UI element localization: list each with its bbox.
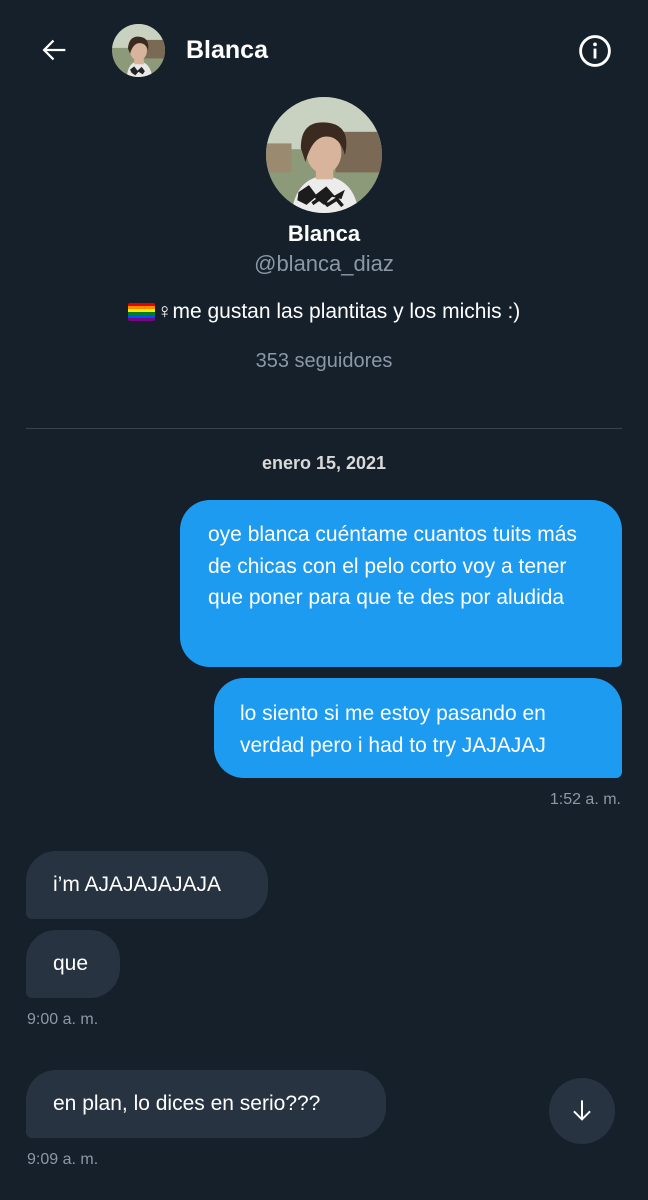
message-timestamp: 9:09 a. m. bbox=[27, 1151, 99, 1168]
header-name[interactable]: Blanca bbox=[186, 34, 268, 66]
back-button[interactable] bbox=[34, 30, 74, 70]
profile-avatar[interactable] bbox=[266, 97, 382, 213]
conversation-info-button[interactable] bbox=[574, 30, 616, 72]
info-circle-icon bbox=[579, 35, 611, 67]
header-avatar[interactable] bbox=[112, 24, 165, 77]
profile-bio: ♀me gustan las plantitas y los michis :) bbox=[0, 296, 648, 328]
message-received[interactable]: que bbox=[26, 930, 120, 998]
message-received[interactable]: en plan, lo dices en serio??? bbox=[26, 1070, 386, 1138]
avatar-image bbox=[112, 24, 165, 77]
profile-followers[interactable]: 353 seguidores bbox=[0, 345, 648, 377]
scroll-to-bottom-button[interactable] bbox=[549, 1078, 615, 1144]
message-timestamp: 9:00 a. m. bbox=[27, 1011, 99, 1028]
date-separator: enero 15, 2021 bbox=[261, 453, 387, 473]
profile-name: Blanca bbox=[287, 221, 361, 246]
rainbow-flag-icon bbox=[127, 303, 155, 321]
message-sent[interactable]: lo siento si me estoy pasando en verdad … bbox=[214, 678, 622, 778]
message-timestamp: 1:52 a. m. bbox=[549, 791, 621, 808]
message-received[interactable]: i’m AJAJAJAJAJA bbox=[26, 851, 268, 919]
avatar-image bbox=[266, 97, 382, 213]
profile-handle: @blanca_diaz bbox=[254, 251, 394, 276]
profile-bio-text: ♀me gustan las plantitas y los michis :) bbox=[156, 300, 521, 323]
arrow-down-icon bbox=[573, 1100, 591, 1121]
message-sent[interactable]: oye blanca cuéntame cuantos tuits más de… bbox=[180, 500, 622, 667]
arrow-left-icon bbox=[42, 39, 66, 61]
divider bbox=[26, 428, 622, 429]
conversation-header: Blanca bbox=[0, 0, 648, 100]
